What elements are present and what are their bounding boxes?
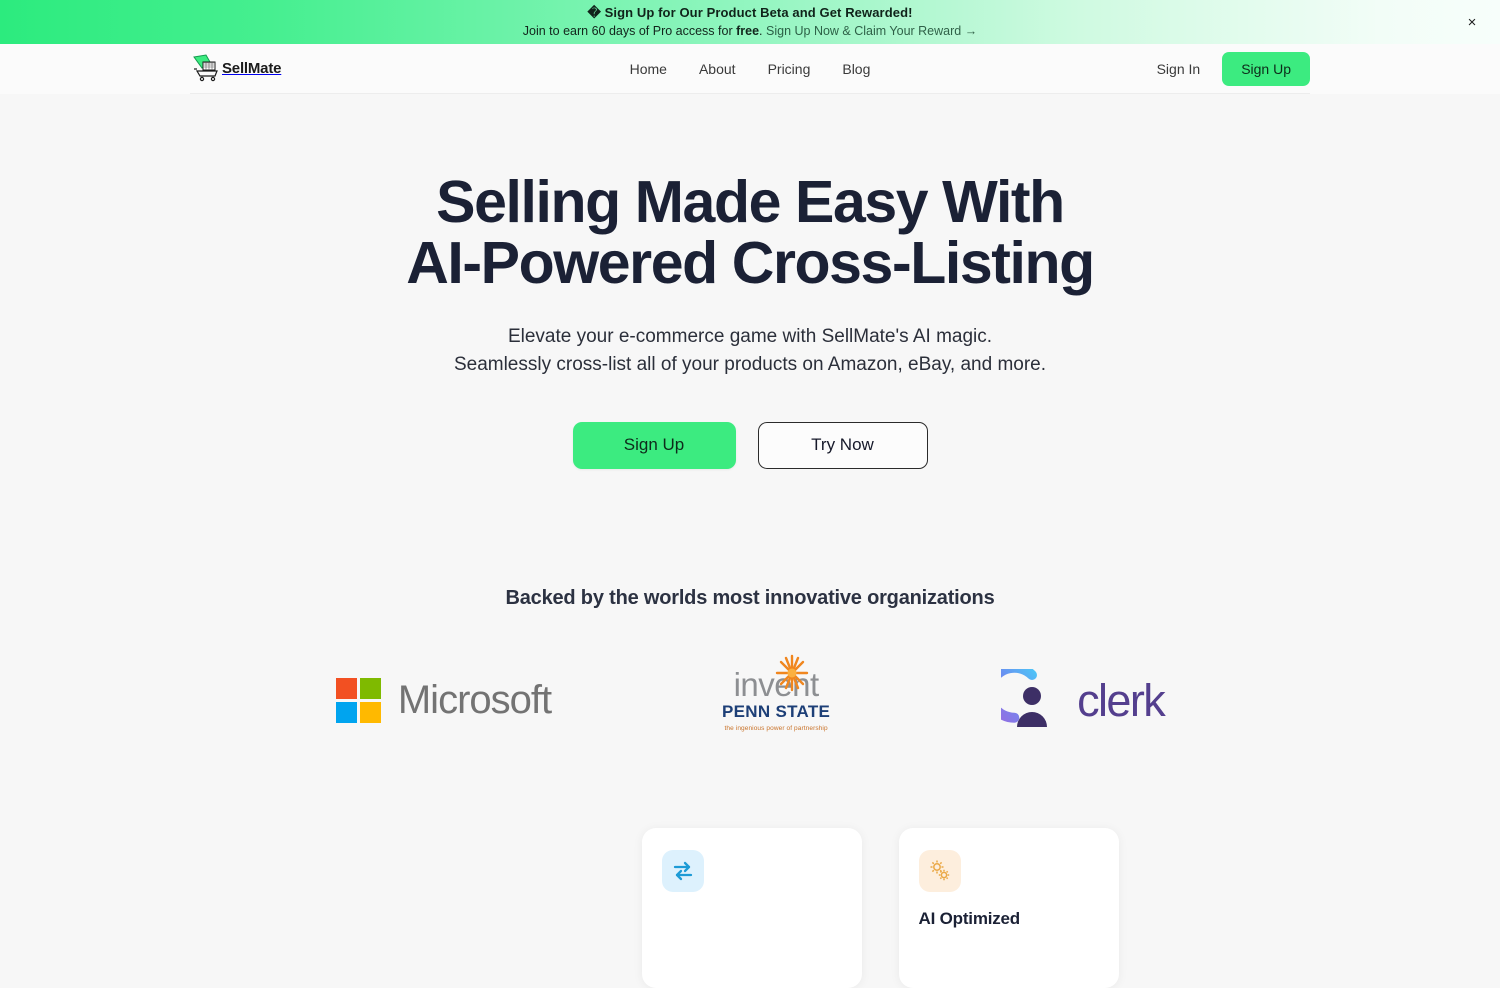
feature-card-cross-listing[interactable] (641, 828, 862, 988)
partners-heading: Backed by the worlds most innovative org… (505, 586, 995, 609)
shopping-cart-logo-icon (193, 53, 218, 81)
nav-item-blog[interactable]: Blog (842, 61, 870, 77)
hero-subtitle: Elevate your e-commerce game with SellMa… (0, 323, 1500, 379)
site-header: SellMate Home About Pricing Blog Sign In… (190, 44, 1310, 94)
partner-logos: Microsoft invent PENN STATE the ingeniou… (0, 654, 1500, 733)
partners-section: Backed by the worlds most innovative org… (0, 587, 1500, 732)
hero-sign-up-button[interactable]: Sign Up (572, 421, 736, 469)
logo-link[interactable]: SellMate (190, 53, 282, 84)
banner-subline-prefix: Join to earn 60 days of Pro access for (522, 23, 737, 38)
page-title: Selling Made Easy With AI-Powered Cross-… (0, 169, 1500, 297)
clerk-wordmark: clerk (1077, 674, 1166, 726)
auth-actions: Sign In Sign Up (1157, 51, 1310, 86)
clerk-mark-icon (1001, 669, 1048, 728)
gears-icon (918, 850, 961, 892)
header-sign-up-button[interactable]: Sign Up (1222, 51, 1310, 86)
close-icon[interactable]: × (1462, 12, 1482, 32)
banner-claim-link[interactable]: Sign Up Now & Claim Your Reward → (766, 24, 977, 38)
party-emoji-icon: � (587, 4, 601, 20)
hero-cta-row: Sign Up Try Now (0, 421, 1500, 469)
banner-subline-suffix: . (759, 23, 763, 38)
partner-logo-invent-penn-state: invent PENN STATE the ingenious power of… (721, 654, 831, 733)
microsoft-wordmark: Microsoft (397, 677, 552, 722)
feature-card-title: AI Optimized (918, 909, 1021, 928)
banner-subline: Join to earn 60 days of Pro access for f… (523, 24, 977, 40)
feature-card-ai-optimized[interactable]: AI Optimized (898, 828, 1119, 988)
header-container: SellMate Home About Pricing Blog Sign In… (0, 44, 1500, 94)
transfer-arrows-icon (661, 850, 704, 892)
hero-subtitle-line1: Elevate your e-commerce game with SellMa… (507, 325, 993, 347)
nav-item-about[interactable]: About (699, 61, 736, 77)
starburst-icon (775, 654, 809, 692)
hero-subtitle-line2: Seamlessly cross-list all of your produc… (453, 353, 1047, 375)
banner-headline: � Sign Up for Our Product Beta and Get R… (587, 5, 912, 21)
feature-cards: AI Optimized (0, 828, 1500, 988)
nav-item-home[interactable]: Home (630, 61, 667, 77)
logo-text: SellMate (222, 60, 282, 77)
hero-try-now-button[interactable]: Try Now (757, 421, 928, 469)
penn-state-tagline: the ingenious power of partnership (724, 725, 828, 733)
hero-title-line1: Selling Made Easy With (436, 169, 1065, 235)
sign-in-button[interactable]: Sign In (1157, 61, 1201, 77)
partner-logo-clerk: clerk (1001, 669, 1166, 731)
banner-headline-text: Sign Up for Our Product Beta and Get Rew… (604, 4, 913, 20)
nav-item-pricing[interactable]: Pricing (768, 61, 811, 77)
main-navigation: Home About Pricing Blog (630, 61, 871, 77)
hero-section: Selling Made Easy With AI-Powered Cross-… (0, 94, 1500, 469)
microsoft-squares-icon (335, 677, 381, 723)
announcement-banner: � Sign Up for Our Product Beta and Get R… (0, 0, 1500, 44)
penn-state-wordmark: PENN STATE (722, 701, 831, 721)
partner-logo-microsoft: Microsoft (335, 677, 552, 723)
hero-title-line2: AI-Powered Cross-Listing (406, 230, 1095, 297)
banner-subline-bold: free (736, 23, 760, 38)
